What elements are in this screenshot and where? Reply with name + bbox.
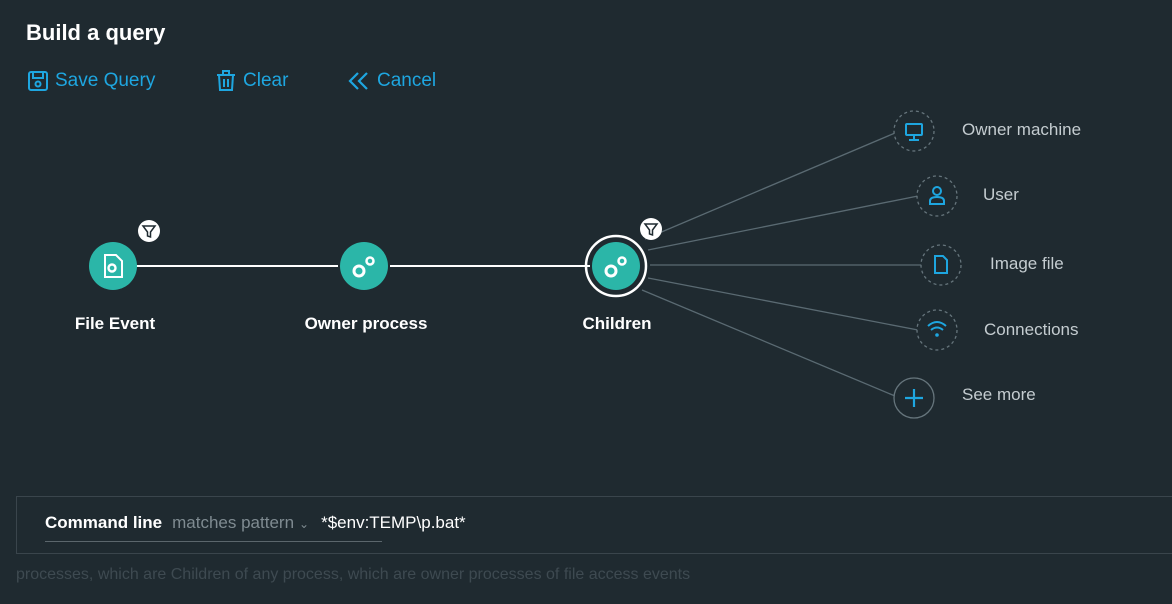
condition-operator-selector[interactable]: matches pattern [172, 513, 294, 533]
condition-field-selector[interactable]: Command line [45, 513, 162, 533]
branch-label-image-file[interactable]: Image file [990, 254, 1064, 274]
chevron-down-icon[interactable]: ⌄ [299, 517, 309, 531]
owner-machine-branch-button[interactable] [893, 110, 935, 152]
branch-label-see-more[interactable]: See more [962, 385, 1036, 405]
filter-icon[interactable] [138, 220, 160, 242]
branch-line-connections [647, 277, 919, 331]
branch-label-connections[interactable]: Connections [984, 320, 1079, 340]
branch-label-owner-machine[interactable]: Owner machine [962, 120, 1081, 140]
node-owner-process[interactable] [340, 242, 388, 290]
image-file-branch-button[interactable] [920, 244, 962, 286]
node-label-file-event: File Event [74, 314, 156, 333]
filter-condition-bar: Command line matches pattern ⌄ *$env:TEM… [16, 496, 1172, 554]
condition-value-input[interactable]: *$env:TEMP\p.bat* [321, 513, 466, 533]
condition-underline [45, 541, 382, 542]
filter-icon[interactable] [640, 218, 662, 240]
connections-branch-button[interactable] [916, 309, 958, 351]
node-label-owner-process: Owner process [304, 314, 428, 333]
node-file-event[interactable] [89, 242, 137, 290]
filter-condition: Command line matches pattern ⌄ *$env:TEM… [45, 513, 466, 533]
see-more-branch-button[interactable] [893, 377, 935, 419]
node-children[interactable] [584, 234, 648, 298]
branch-line-see-more [641, 289, 896, 397]
query-description: processes, which are Children of any pro… [16, 566, 691, 583]
query-builder-canvas: Build a query Save Query Clear Cancel Fi… [0, 0, 1172, 604]
user-branch-button[interactable] [916, 175, 958, 217]
branch-label-user[interactable]: User [983, 185, 1019, 205]
branch-line-owner-machine [644, 132, 896, 240]
branch-line-user [647, 195, 919, 251]
node-label-children: Children [582, 314, 652, 333]
